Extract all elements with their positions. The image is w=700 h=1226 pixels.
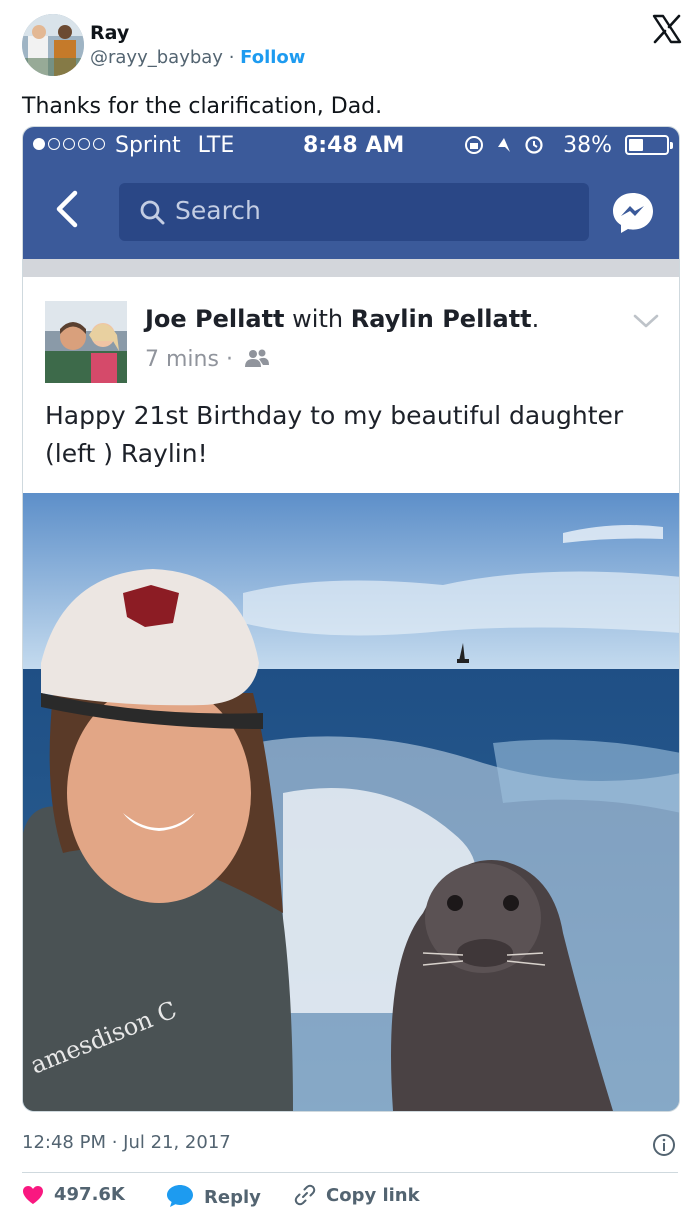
status-time: 8:48 AM — [303, 133, 405, 158]
like-count: 497.6K — [54, 1184, 125, 1205]
like-button[interactable]: 497.6K — [22, 1184, 125, 1214]
reply-label: Reply — [204, 1187, 261, 1208]
battery-level — [629, 139, 643, 151]
signal-dot — [33, 138, 45, 150]
divider — [22, 1172, 678, 1173]
feed-gap — [23, 259, 679, 277]
x-logo-icon[interactable] — [652, 14, 682, 44]
tweet-text: Thanks for the clarification, Dad. — [22, 94, 383, 119]
carrier-name: Sprint — [115, 133, 181, 158]
messenger-icon[interactable] — [611, 191, 655, 235]
reply-button[interactable]: Reply — [166, 1184, 261, 1214]
network-type: LTE — [197, 133, 235, 158]
signal-dot — [78, 138, 90, 150]
author-avatar[interactable] — [22, 14, 84, 76]
post-with-word: with — [292, 305, 344, 333]
post-tagged-suffix: . — [531, 305, 540, 333]
facebook-post: Joe Pellatt with Raylin Pellatt. 7 mins … — [23, 277, 679, 493]
facebook-header: Sprint LTE 8:48 AM 38% Search — [23, 127, 679, 259]
signal-dot — [63, 138, 75, 150]
status-bar: Sprint LTE 8:48 AM 38% — [23, 127, 679, 167]
post-meta: 7 mins · — [145, 347, 270, 372]
post-author-avatar[interactable] — [45, 301, 127, 383]
follow-button[interactable]: Follow — [240, 47, 305, 68]
copy-link-button[interactable]: Copy link — [294, 1184, 420, 1214]
battery-percentage: 38% — [563, 133, 612, 158]
back-arrow-icon[interactable] — [51, 189, 81, 229]
post-time[interactable]: 7 mins — [145, 347, 219, 372]
action-bar: 497.6K Reply Copy link — [22, 1184, 678, 1214]
signal-dot — [48, 138, 60, 150]
friends-privacy-icon — [244, 349, 269, 367]
heart-icon — [23, 1186, 43, 1204]
search-input[interactable]: Search — [119, 183, 589, 241]
author-name[interactable]: Ray — [90, 22, 305, 44]
author-handle[interactable]: @rayy_baybay — [90, 47, 223, 68]
reply-bubble-icon — [167, 1185, 193, 1207]
post-author-name[interactable]: Joe Pellatt — [145, 305, 285, 333]
post-tagged-name[interactable]: Raylin Pellatt — [351, 305, 532, 333]
chevron-down-icon[interactable] — [633, 313, 659, 329]
copy-link-label: Copy link — [326, 1185, 420, 1206]
post-photo[interactable]: amesdison C — [23, 493, 679, 1111]
search-placeholder: Search — [175, 196, 261, 225]
embedded-screenshot[interactable]: Sprint LTE 8:48 AM 38% Search Joe Pellat… — [22, 126, 680, 1112]
battery-icon — [625, 135, 673, 155]
post-author-line: Joe Pellatt with Raylin Pellatt. — [145, 305, 539, 333]
signal-dot — [93, 138, 105, 150]
status-icons — [464, 135, 548, 157]
post-text: Happy 21st Birthday to my beautiful daug… — [45, 401, 624, 468]
signal-strength-icon — [33, 133, 108, 158]
tweet-header: Ray @rayy_baybay · Follow — [22, 14, 682, 78]
post-meta-separator: · — [225, 347, 233, 372]
tweet-timestamp[interactable]: 12:48 PM · Jul 21, 2017 — [22, 1132, 231, 1153]
info-icon[interactable] — [652, 1133, 676, 1157]
link-icon — [294, 1184, 316, 1206]
search-icon — [140, 200, 165, 225]
handle-separator: · — [228, 47, 235, 68]
